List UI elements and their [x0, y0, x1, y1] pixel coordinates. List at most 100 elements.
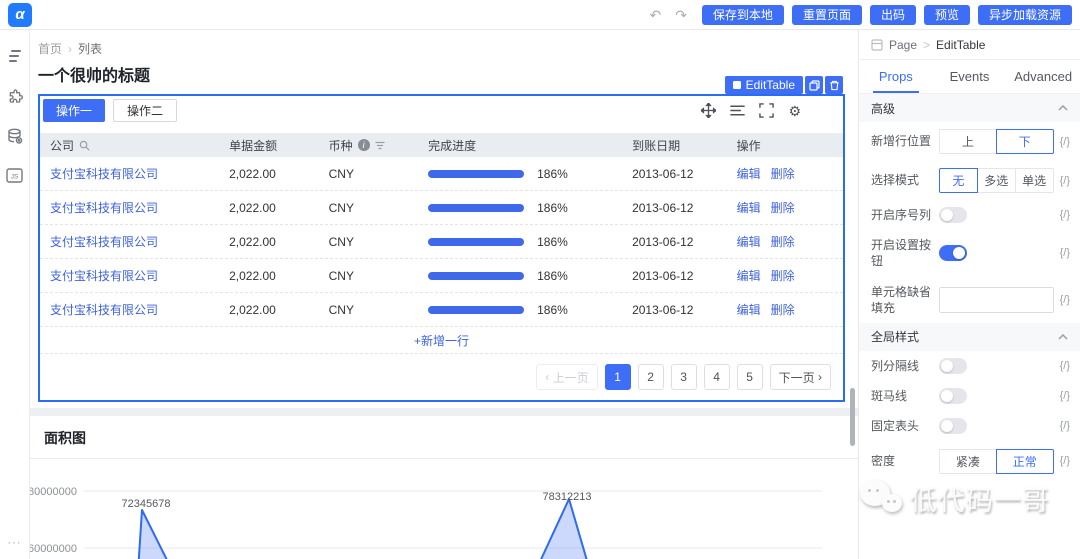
column-header-company[interactable]: 公司	[40, 137, 219, 154]
column-header-amount[interactable]: 单据金额	[219, 137, 319, 154]
copy-component-button[interactable]	[805, 76, 823, 94]
gear-icon[interactable]: ⚙	[788, 104, 801, 118]
outline-tree-icon[interactable]	[7, 48, 23, 64]
info-icon[interactable]: i	[358, 139, 370, 151]
pagination-page-5[interactable]: 5	[737, 364, 763, 390]
frame-select-icon[interactable]	[759, 103, 774, 118]
cell-default-fill-input[interactable]	[939, 287, 1054, 313]
datasource-icon[interactable]	[7, 128, 23, 144]
bind-variable-icon[interactable]: {/}	[1060, 420, 1070, 432]
company-link[interactable]: 支付宝科技有限公司	[50, 199, 158, 216]
column-header-progress[interactable]: 完成进度	[418, 137, 622, 154]
action-two-button[interactable]: 操作二	[113, 99, 177, 122]
column-header-date[interactable]: 到账日期	[622, 137, 726, 154]
delete-link[interactable]: 删除	[771, 165, 795, 182]
component-tag[interactable]: EditTable	[725, 76, 803, 94]
preview-button[interactable]: 预览	[924, 5, 970, 25]
pagination-prev: ‹ 上一页	[536, 364, 597, 390]
radio-option-none[interactable]: 无	[939, 168, 978, 193]
redo-icon[interactable]: ↷	[675, 8, 687, 22]
section-header-advanced[interactable]: 高级	[859, 94, 1080, 122]
bind-variable-icon[interactable]: {/}	[1060, 455, 1070, 467]
radio-option-normal[interactable]: 正常	[996, 449, 1054, 474]
pagination-next[interactable]: 下一页 ›	[770, 364, 831, 390]
bind-variable-icon[interactable]: {/}	[1060, 294, 1070, 306]
bind-variable-icon[interactable]: {/}	[1060, 136, 1070, 148]
prop-label: 密度	[871, 453, 933, 469]
bind-variable-icon[interactable]: {/}	[1060, 209, 1070, 221]
bind-variable-icon[interactable]: {/}	[1060, 175, 1070, 187]
search-icon[interactable]	[79, 140, 90, 151]
edit-link[interactable]: 编辑	[737, 233, 761, 250]
toggle-index-column[interactable]	[939, 207, 967, 223]
breadcrumb-current-node[interactable]: EditTable	[936, 38, 985, 52]
more-menu-icon[interactable]: ···	[0, 537, 29, 549]
tab-events[interactable]: Events	[933, 60, 1007, 93]
section-header-global-style[interactable]: 全局样式	[859, 323, 1080, 351]
breadcrumb-home[interactable]: 首页	[38, 42, 62, 56]
radio-option-compact[interactable]: 紧凑	[939, 449, 997, 474]
company-link[interactable]: 支付宝科技有限公司	[50, 301, 158, 318]
delete-link[interactable]: 删除	[771, 267, 795, 284]
edit-table-component[interactable]: EditTable 操作一 操作二	[38, 94, 845, 402]
currency-value: CNY	[329, 167, 354, 181]
pagination-page-3[interactable]: 3	[671, 364, 697, 390]
company-link[interactable]: 支付宝科技有限公司	[50, 233, 158, 250]
breadcrumb-separator: ›	[68, 42, 72, 56]
component-type-icon	[733, 81, 741, 89]
add-row-button[interactable]: +新增一行	[40, 327, 843, 354]
components-plugin-icon[interactable]	[7, 88, 23, 104]
undo-icon[interactable]: ↶	[649, 8, 661, 22]
component-tag-label: EditTable	[746, 78, 795, 92]
delete-link[interactable]: 删除	[771, 301, 795, 318]
canvas-scrollbar-thumb[interactable]	[850, 388, 855, 446]
edit-link[interactable]: 编辑	[737, 267, 761, 284]
pagination-page-1[interactable]: 1	[605, 364, 631, 390]
action-one-button[interactable]: 操作一	[43, 99, 105, 122]
save-local-button[interactable]: 保存到本地	[702, 5, 784, 25]
breadcrumb-parent-node[interactable]: Page	[889, 38, 917, 52]
delete-link[interactable]: 删除	[771, 199, 795, 216]
company-link[interactable]: 支付宝科技有限公司	[50, 165, 158, 182]
toggle-zebra-stripes[interactable]	[939, 388, 967, 404]
table-row: 支付宝科技有限公司 2,022.00 CNY 186% 2013-06-12 编…	[40, 293, 843, 327]
edit-link[interactable]: 编辑	[737, 165, 761, 182]
tab-advanced[interactable]: Advanced	[1006, 60, 1080, 93]
edit-link[interactable]: 编辑	[737, 301, 761, 318]
bind-variable-icon[interactable]: {/}	[1060, 247, 1070, 259]
pagination-page-2[interactable]: 2	[638, 364, 664, 390]
area-chart-card[interactable]: 面积图 80000000 60000000 72345678 46337281 …	[30, 416, 858, 559]
delete-link[interactable]: 删除	[771, 233, 795, 250]
company-link[interactable]: 支付宝科技有限公司	[50, 267, 158, 284]
table-header-row: 公司 单据金额 币种 i 完成进度 到账日期 操作	[40, 133, 843, 157]
date-value: 2013-06-12	[632, 201, 693, 215]
toggle-knob	[941, 209, 953, 221]
toggle-column-divider[interactable]	[939, 358, 967, 374]
tab-props[interactable]: Props	[859, 60, 933, 93]
bind-variable-icon[interactable]: {/}	[1060, 360, 1070, 372]
app-logo-icon[interactable]: α	[8, 3, 32, 27]
radio-option-single[interactable]: 单选	[1015, 168, 1054, 193]
column-header-ops[interactable]: 操作	[727, 137, 843, 154]
radio-option-up[interactable]: 上	[939, 129, 997, 154]
bind-variable-icon[interactable]: {/}	[1060, 390, 1070, 402]
filter-icon[interactable]	[375, 141, 385, 150]
list-settings-icon[interactable]	[730, 104, 745, 117]
export-code-button[interactable]: 出码	[870, 5, 916, 25]
collapse-icon[interactable]	[1058, 105, 1068, 111]
js-panel-icon[interactable]: JS	[6, 168, 23, 183]
pagination-page-4[interactable]: 4	[704, 364, 730, 390]
toggle-settings-button[interactable]	[939, 245, 967, 261]
column-header-currency[interactable]: 币种 i	[319, 137, 419, 154]
chart-title: 面积图	[30, 428, 858, 459]
radio-option-down[interactable]: 下	[996, 129, 1054, 154]
collapse-icon[interactable]	[1058, 334, 1068, 340]
toggle-knob	[953, 247, 965, 259]
reset-page-button[interactable]: 重置页面	[792, 5, 862, 25]
toggle-fixed-header[interactable]	[939, 418, 967, 434]
async-load-resource-button[interactable]: 异步加载资源	[978, 5, 1072, 25]
delete-component-button[interactable]	[825, 76, 843, 94]
edit-link[interactable]: 编辑	[737, 199, 761, 216]
drag-move-icon[interactable]	[701, 103, 716, 118]
radio-option-multi[interactable]: 多选	[977, 168, 1016, 193]
